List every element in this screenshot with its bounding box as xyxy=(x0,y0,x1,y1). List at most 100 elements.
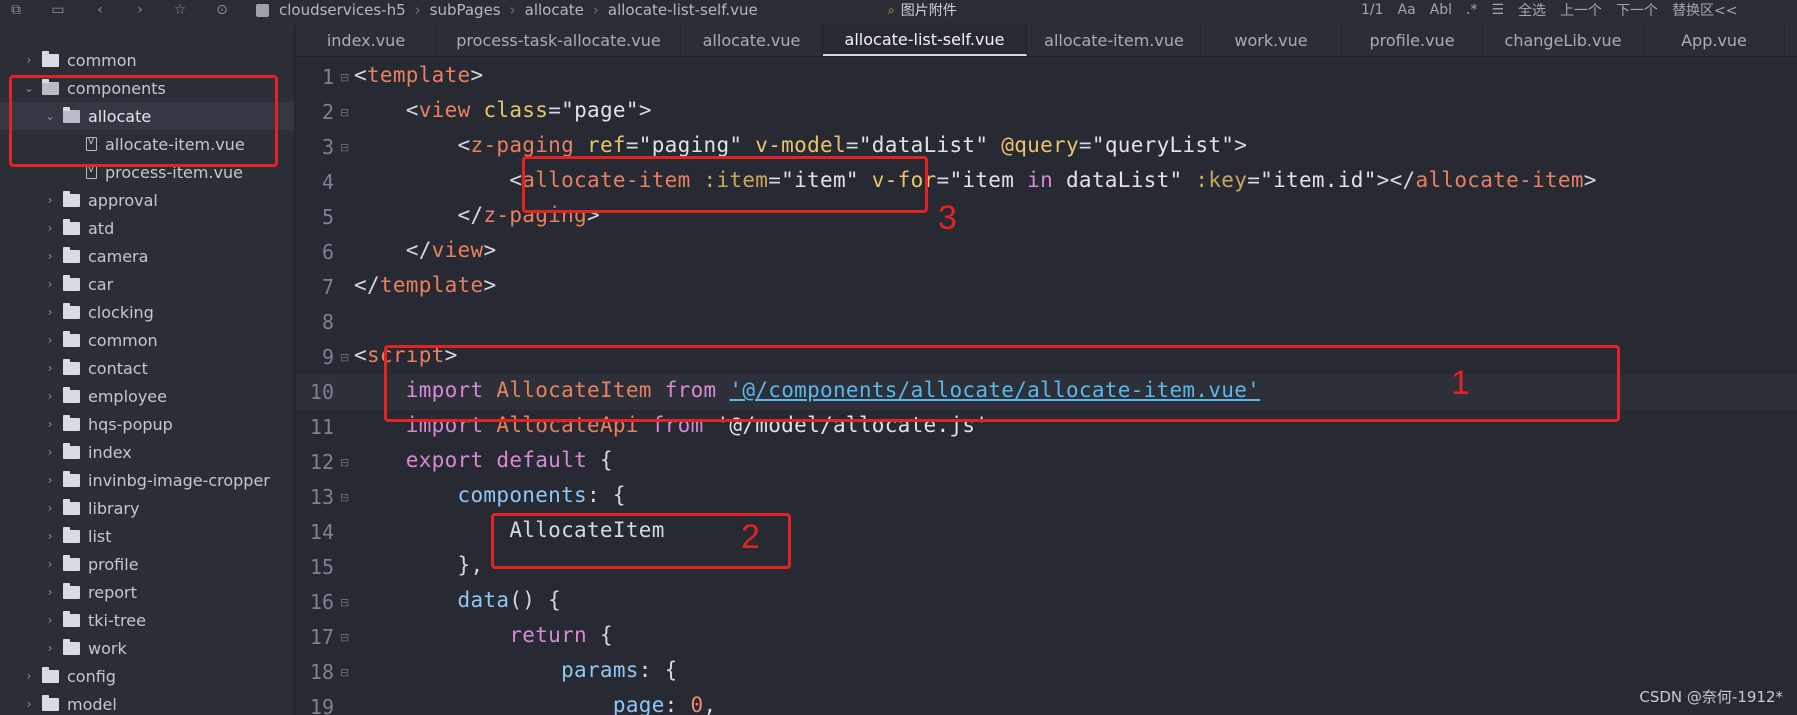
tree-label: profile xyxy=(88,554,139,574)
select-all-button[interactable]: 全选 xyxy=(1518,0,1546,20)
chevron-right-icon: › xyxy=(47,277,53,291)
tree-label: employee xyxy=(88,386,167,406)
tab-index[interactable]: index.vue xyxy=(296,24,437,56)
tab-process-task-allocate[interactable]: process-task-allocate.vue xyxy=(437,24,681,56)
tree-folder[interactable]: › library xyxy=(0,494,294,522)
vue-file-icon xyxy=(86,165,97,179)
line-number: 12 xyxy=(309,450,334,474)
code-token: > xyxy=(1583,168,1597,192)
code-token: : { xyxy=(586,483,626,507)
code-token: > xyxy=(470,63,484,87)
code-token: :key xyxy=(1195,168,1248,192)
tree-folder[interactable]: › index xyxy=(0,438,294,466)
folder-icon xyxy=(63,526,80,543)
tab-allocate[interactable]: allocate.vue xyxy=(681,24,823,56)
tree-folder[interactable]: › report xyxy=(0,578,294,606)
file-tree-icon[interactable]: ⧉ xyxy=(6,0,26,20)
folder-icon xyxy=(63,218,80,235)
annotation-number: 2 xyxy=(741,518,760,556)
whole-word-toggle[interactable]: Abl xyxy=(1430,2,1452,18)
tab-app[interactable]: App.vue xyxy=(1644,24,1785,56)
code-token: < xyxy=(405,98,419,122)
fold-icon[interactable]: ⊟ xyxy=(340,456,349,469)
tree-folder[interactable]: › profile xyxy=(0,550,294,578)
tree-folder[interactable]: › contact xyxy=(0,354,294,382)
code-token: < xyxy=(509,168,523,192)
tab-allocate-item[interactable]: allocate-item.vue xyxy=(1028,24,1201,56)
tree-folder[interactable]: › employee xyxy=(0,382,294,410)
breadcrumb-item[interactable]: cloudservices-h5 xyxy=(279,1,406,19)
find-input[interactable]: ⌕ 图片附件 xyxy=(888,0,957,20)
fold-icon[interactable]: ⊟ xyxy=(340,631,349,644)
breadcrumb-item[interactable]: subPages xyxy=(430,1,501,19)
back-arrow-icon[interactable]: ‹ xyxy=(90,0,110,20)
fold-icon[interactable]: ⊟ xyxy=(340,106,349,119)
tree-label: work xyxy=(88,638,127,658)
fold-icon[interactable]: ⊟ xyxy=(340,71,349,84)
tree-folder[interactable]: › atd xyxy=(0,214,294,242)
list-icon[interactable]: ☰ xyxy=(1492,2,1505,18)
tree-folder[interactable]: › common xyxy=(0,326,294,354)
tree-label: library xyxy=(88,498,140,518)
tree-folder[interactable]: › camera xyxy=(0,242,294,270)
code-line: </template> xyxy=(354,273,496,297)
tree-label: car xyxy=(88,274,114,294)
chevron-right-icon: › xyxy=(47,389,53,403)
tab-changelib[interactable]: changeLib.vue xyxy=(1483,24,1644,56)
tree-folder[interactable]: › list xyxy=(0,522,294,550)
tab-profile[interactable]: profile.vue xyxy=(1342,24,1483,56)
chevron-right-icon: › xyxy=(47,557,53,571)
code-token: = xyxy=(1078,133,1092,157)
find-text: 图片附件 xyxy=(900,3,957,19)
fold-icon[interactable]: ⊟ xyxy=(340,666,349,679)
fold-icon[interactable]: ⊟ xyxy=(340,351,349,364)
tab-work[interactable]: work.vue xyxy=(1201,24,1342,56)
tab-allocate-list-self[interactable]: allocate-list-self.vue xyxy=(823,24,1027,56)
tree-folder[interactable]: › car xyxy=(0,270,294,298)
folder-icon xyxy=(63,414,80,431)
star-icon[interactable]: ☆ xyxy=(170,0,190,20)
line-number: 15 xyxy=(309,555,334,579)
annotation-number: 3 xyxy=(938,199,957,237)
fold-icon[interactable]: ⊟ xyxy=(340,596,349,609)
tree-label: atd xyxy=(88,218,115,238)
code-token: ref xyxy=(587,133,626,157)
tree-folder[interactable]: › approval xyxy=(0,186,294,214)
fold-icon[interactable]: ⊟ xyxy=(340,491,349,504)
code-token: "queryList" xyxy=(1091,133,1235,157)
code-line: export default { xyxy=(354,448,613,472)
tree-folder[interactable]: › common xyxy=(0,46,294,74)
tree-folder[interactable]: › config xyxy=(0,662,294,690)
previous-match-button[interactable]: 上一个 xyxy=(1560,0,1602,20)
run-icon[interactable]: ⊙ xyxy=(212,0,232,20)
tree-folder[interactable]: › hqs-popup xyxy=(0,410,294,438)
save-icon[interactable]: ▭ xyxy=(48,0,68,20)
chevron-right-icon: › xyxy=(47,249,53,263)
chevron-right-icon: › xyxy=(47,585,53,599)
breadcrumb-item[interactable]: allocate xyxy=(525,1,584,19)
fold-icon[interactable]: ⊟ xyxy=(340,141,349,154)
regex-icon[interactable]: .* xyxy=(1466,2,1477,18)
tree-folder[interactable]: › work xyxy=(0,634,294,662)
tree-label: clocking xyxy=(88,302,154,322)
tree-folder[interactable]: › clocking xyxy=(0,298,294,326)
forward-arrow-icon[interactable]: › xyxy=(130,0,150,20)
tree-folder[interactable]: › invinbg-image-cropper xyxy=(0,466,294,494)
line-number: 1 xyxy=(321,65,334,89)
top-toolbar: ⧉ ▭ ‹ › ☆ ⊙ cloudservices-h5 › subPages … xyxy=(0,0,1797,25)
tree-label: list xyxy=(88,526,112,546)
breadcrumb-item[interactable]: allocate-list-self.vue xyxy=(608,1,758,19)
tree-label: hqs-popup xyxy=(88,414,173,434)
tree-folder[interactable]: › model xyxy=(0,690,294,715)
chevron-right-icon: › xyxy=(47,473,53,487)
replace-toggle-button[interactable]: 替换区<< xyxy=(1672,0,1737,20)
line-number: 19 xyxy=(309,695,334,715)
tree-folder[interactable]: › tki-tree xyxy=(0,606,294,634)
match-case-toggle[interactable]: Aa xyxy=(1398,2,1416,18)
next-match-button[interactable]: 下一个 xyxy=(1616,0,1658,20)
line-number: 9 xyxy=(321,345,334,369)
